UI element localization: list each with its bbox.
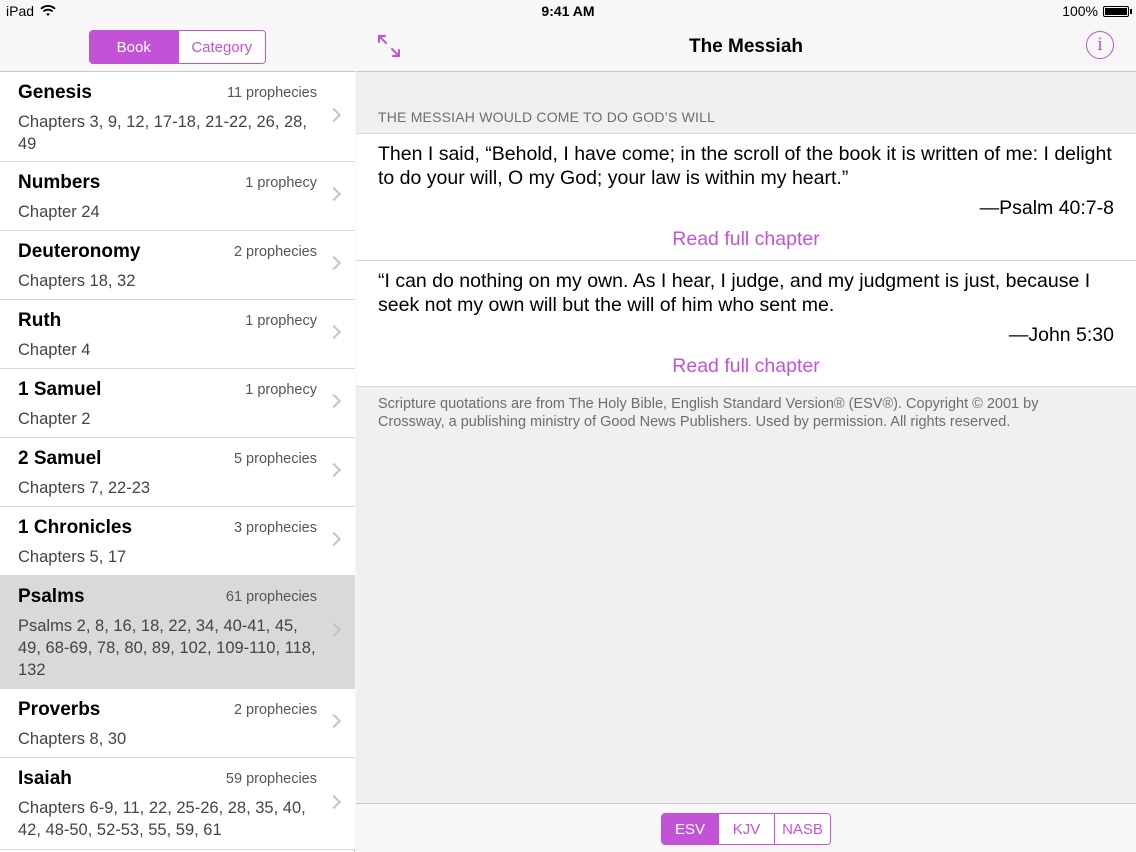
status-bar: iPad 9:41 AM 100%: [0, 0, 1136, 22]
section-header: THE MESSIAH WOULD COME TO DO GOD’S WILL: [378, 109, 716, 125]
segment-book[interactable]: Book: [90, 31, 178, 63]
chapter-list: Chapters 8, 30: [18, 730, 127, 748]
bible-version-segmented-control: ESV KJV NASB: [661, 813, 831, 845]
prophecy-count: 3 prophecies: [233, 520, 317, 536]
chapter-list: Chapters 5, 17: [18, 548, 127, 566]
list-item-numbers[interactable]: Numbers 1 prophecy Chapter 24: [0, 162, 355, 231]
chevron-right-icon: [326, 622, 342, 638]
book-category-segmented-control: Book Category: [89, 30, 266, 64]
verse-item: Then I said, “Behold, I have come; in th…: [356, 134, 1136, 260]
verse-reference: —John 5:30: [1008, 324, 1114, 346]
battery-percent: 100%: [1062, 3, 1098, 19]
book-title: Psalms: [18, 586, 85, 607]
chevron-right-icon: [326, 393, 342, 409]
chevron-right-icon: [326, 462, 342, 478]
book-title: 1 Samuel: [18, 379, 102, 400]
chevron-right-icon: [326, 186, 342, 202]
prophecy-count: 5 prophecies: [233, 451, 317, 467]
chevron-right-icon: [326, 255, 342, 271]
version-esv[interactable]: ESV: [662, 814, 718, 844]
prophecy-count: 2 prophecies: [233, 702, 317, 718]
version-nasb[interactable]: NASB: [774, 814, 830, 844]
read-full-chapter-link[interactable]: Read full chapter: [356, 228, 1136, 251]
chapter-list: Psalms 2, 8, 16, 18, 22, 34, 40-41, 45, …: [18, 617, 316, 679]
chevron-right-icon: [326, 107, 342, 122]
read-full-chapter-link[interactable]: Read full chapter: [356, 355, 1136, 378]
chapter-list: Chapter 4: [18, 341, 91, 359]
prophecy-count: 2 prophecies: [233, 244, 317, 260]
chevron-right-icon: [326, 324, 342, 340]
book-title: 2 Samuel: [18, 448, 102, 469]
chevron-right-icon: [326, 531, 342, 547]
chevron-right-icon: [326, 794, 342, 809]
chevron-right-icon: [326, 713, 342, 729]
book-title: Isaiah: [18, 768, 72, 789]
info-icon[interactable]: i: [1086, 31, 1114, 59]
page-title: The Messiah: [688, 36, 804, 57]
prophecy-count: 59 prophecies: [225, 771, 317, 787]
chapter-list: Chapter 24: [18, 203, 100, 221]
list-item-1-samuel[interactable]: 1 Samuel 1 prophecy Chapter 2: [0, 369, 355, 438]
chapter-list: Chapters 6-9, 11, 22, 25-26, 28, 35, 40,…: [18, 799, 306, 839]
list-item-genesis[interactable]: Genesis 11 prophecies Chapters 3, 9, 12,…: [0, 72, 355, 162]
book-title: Ruth: [18, 310, 62, 331]
detail-pane: The Messiah i THE MESSIAH WOULD COME TO …: [356, 0, 1136, 852]
verse-item: “I can do nothing on my own. As I hear, …: [356, 260, 1136, 386]
list-item-1-chronicles[interactable]: 1 Chronicles 3 prophecies Chapters 5, 17: [0, 507, 355, 576]
verse-reference: —Psalm 40:7-8: [979, 197, 1114, 219]
chapter-list: Chapters 7, 22-23: [18, 479, 151, 497]
prophecy-count: 61 prophecies: [225, 589, 317, 605]
bottom-toolbar: ESV KJV NASB: [356, 803, 1136, 852]
prophecy-count: 1 prophecy: [245, 313, 317, 329]
prophecy-count: 1 prophecy: [245, 175, 317, 191]
status-time: 9:41 AM: [541, 3, 595, 19]
verses-card: Then I said, “Behold, I have come; in th…: [356, 133, 1136, 387]
book-title: Proverbs: [18, 699, 101, 720]
book-title: Deuteronomy: [18, 241, 141, 262]
list-item-psalms[interactable]: Psalms 61 prophecies Psalms 2, 8, 16, 18…: [0, 576, 355, 689]
sidebar: Book Category Genesis 11 prophecies Chap…: [0, 0, 355, 852]
list-item-2-samuel[interactable]: 2 Samuel 5 prophecies Chapters 7, 22-23: [0, 438, 355, 507]
chapter-list: Chapter 2: [18, 410, 91, 428]
book-title: Numbers: [18, 172, 101, 193]
chapter-list: Chapters 3, 9, 12, 17-18, 21-22, 26, 28,…: [18, 113, 307, 153]
list-item-ruth[interactable]: Ruth 1 prophecy Chapter 4: [0, 300, 355, 369]
prophecy-count: 11 prophecies: [226, 85, 317, 101]
segment-category[interactable]: Category: [177, 31, 265, 63]
list-item-deuteronomy[interactable]: Deuteronomy 2 prophecies Chapters 18, 32: [0, 231, 355, 300]
book-title: 1 Chronicles: [18, 517, 133, 538]
verse-text: Then I said, “Behold, I have come; in th…: [378, 143, 1112, 189]
battery-icon: [1103, 6, 1132, 17]
book-title: Genesis: [18, 82, 92, 103]
list-item-proverbs[interactable]: Proverbs 2 prophecies Chapters 8, 30: [0, 689, 355, 758]
list-item-isaiah[interactable]: Isaiah 59 prophecies Chapters 6-9, 11, 2…: [0, 758, 355, 850]
chapter-list: Chapters 18, 32: [18, 272, 136, 290]
verse-text: “I can do nothing on my own. As I hear, …: [378, 270, 1091, 316]
book-list: Genesis 11 prophecies Chapters 3, 9, 12,…: [0, 72, 355, 850]
copyright-notice: Scripture quotations are from The Holy B…: [378, 396, 1039, 430]
version-kjv[interactable]: KJV: [718, 814, 774, 844]
prophecy-count: 1 prophecy: [245, 382, 317, 398]
